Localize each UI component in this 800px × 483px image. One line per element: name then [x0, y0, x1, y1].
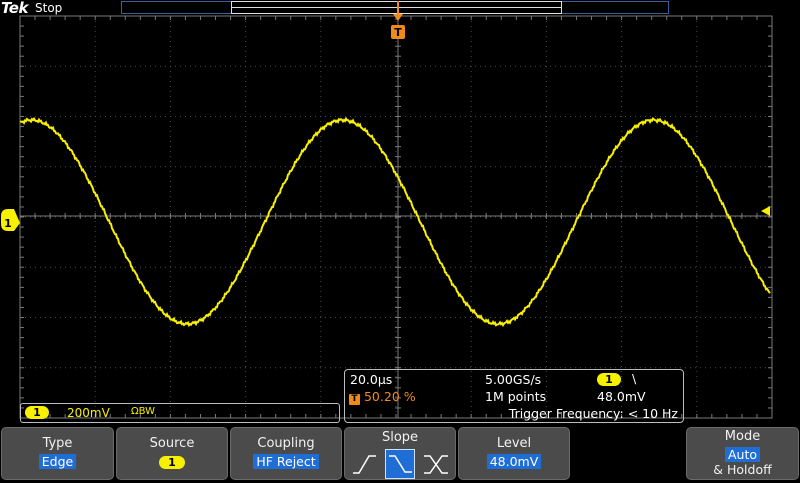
trigger-mode-extra: & Holdoff [713, 462, 772, 477]
either-slope-option[interactable] [421, 449, 451, 479]
channel-1-badge: 1 [25, 406, 49, 419]
trigger-position-marker[interactable]: T [391, 1, 405, 39]
trigger-source-button[interactable]: Source 1 [116, 427, 228, 480]
bandwidth-limit-icon: ΩBW [131, 406, 156, 417]
trigger-level-button[interactable]: Level 48.0mV [458, 427, 570, 480]
channel-1-readout[interactable]: 1 200mV ΩBW [20, 403, 340, 423]
trigger-frequency: Trigger Frequency: < 10 Hz [508, 406, 678, 421]
falling-edge-icon [389, 455, 412, 473]
trigger-slope-button[interactable]: Slope [344, 427, 456, 480]
trigger-coupling-value: HF Reject [253, 454, 319, 469]
rising-edge-icon [353, 455, 376, 474]
trigger-position-value: 50.20 % [363, 389, 416, 404]
falling-slope-option[interactable] [385, 449, 415, 479]
trigger-position-readout: T 50.20 % [349, 389, 416, 405]
channel-1-scale: 200mV [67, 406, 110, 420]
channel-1-ground-marker[interactable]: 1 [1, 209, 20, 231]
svg-text:1: 1 [4, 217, 12, 230]
trigger-type-button[interactable]: Type Edge [1, 427, 114, 480]
either-edge-icon [424, 455, 448, 474]
trigger-slope-icon: \ [632, 371, 637, 386]
trigger-mode-title: Mode [724, 429, 761, 444]
horizontal-scale: 20.0µs [350, 372, 393, 387]
sample-rate: 5.00GS/s [485, 372, 542, 387]
graticule [19, 15, 773, 419]
trigger-type-value: Edge [38, 454, 77, 469]
channel-1-waveform [20, 116, 771, 328]
svg-text:T: T [394, 26, 402, 39]
trigger-source-value: 1 [159, 456, 185, 469]
trigger-mode-button[interactable]: Mode Auto & Holdoff [686, 427, 799, 480]
trigger-type-title: Type [42, 436, 73, 451]
waveform-display[interactable]: T 1 [0, 0, 800, 427]
trigger-mode-value: Auto [724, 447, 761, 462]
trigger-level-value: 48.0mV [486, 454, 542, 469]
trigger-source-title: Source [149, 436, 195, 451]
trigger-coupling-button[interactable]: Coupling HF Reject [230, 427, 342, 480]
trigger-position-icon: T [349, 394, 360, 405]
trigger-level-marker[interactable] [761, 206, 770, 216]
trigger-source-badge: 1 [597, 373, 621, 386]
record-length: 1M points [485, 389, 547, 404]
trigger-level-readout: 48.0mV [597, 389, 646, 404]
trigger-slope-title: Slope [381, 430, 419, 445]
rising-slope-option[interactable] [349, 449, 379, 479]
trigger-level-title: Level [496, 436, 532, 451]
trigger-coupling-title: Coupling [257, 436, 315, 451]
timebase-readout[interactable]: 20.0µs T 50.20 % 5.00GS/s 1M points 1 \ … [344, 369, 684, 423]
